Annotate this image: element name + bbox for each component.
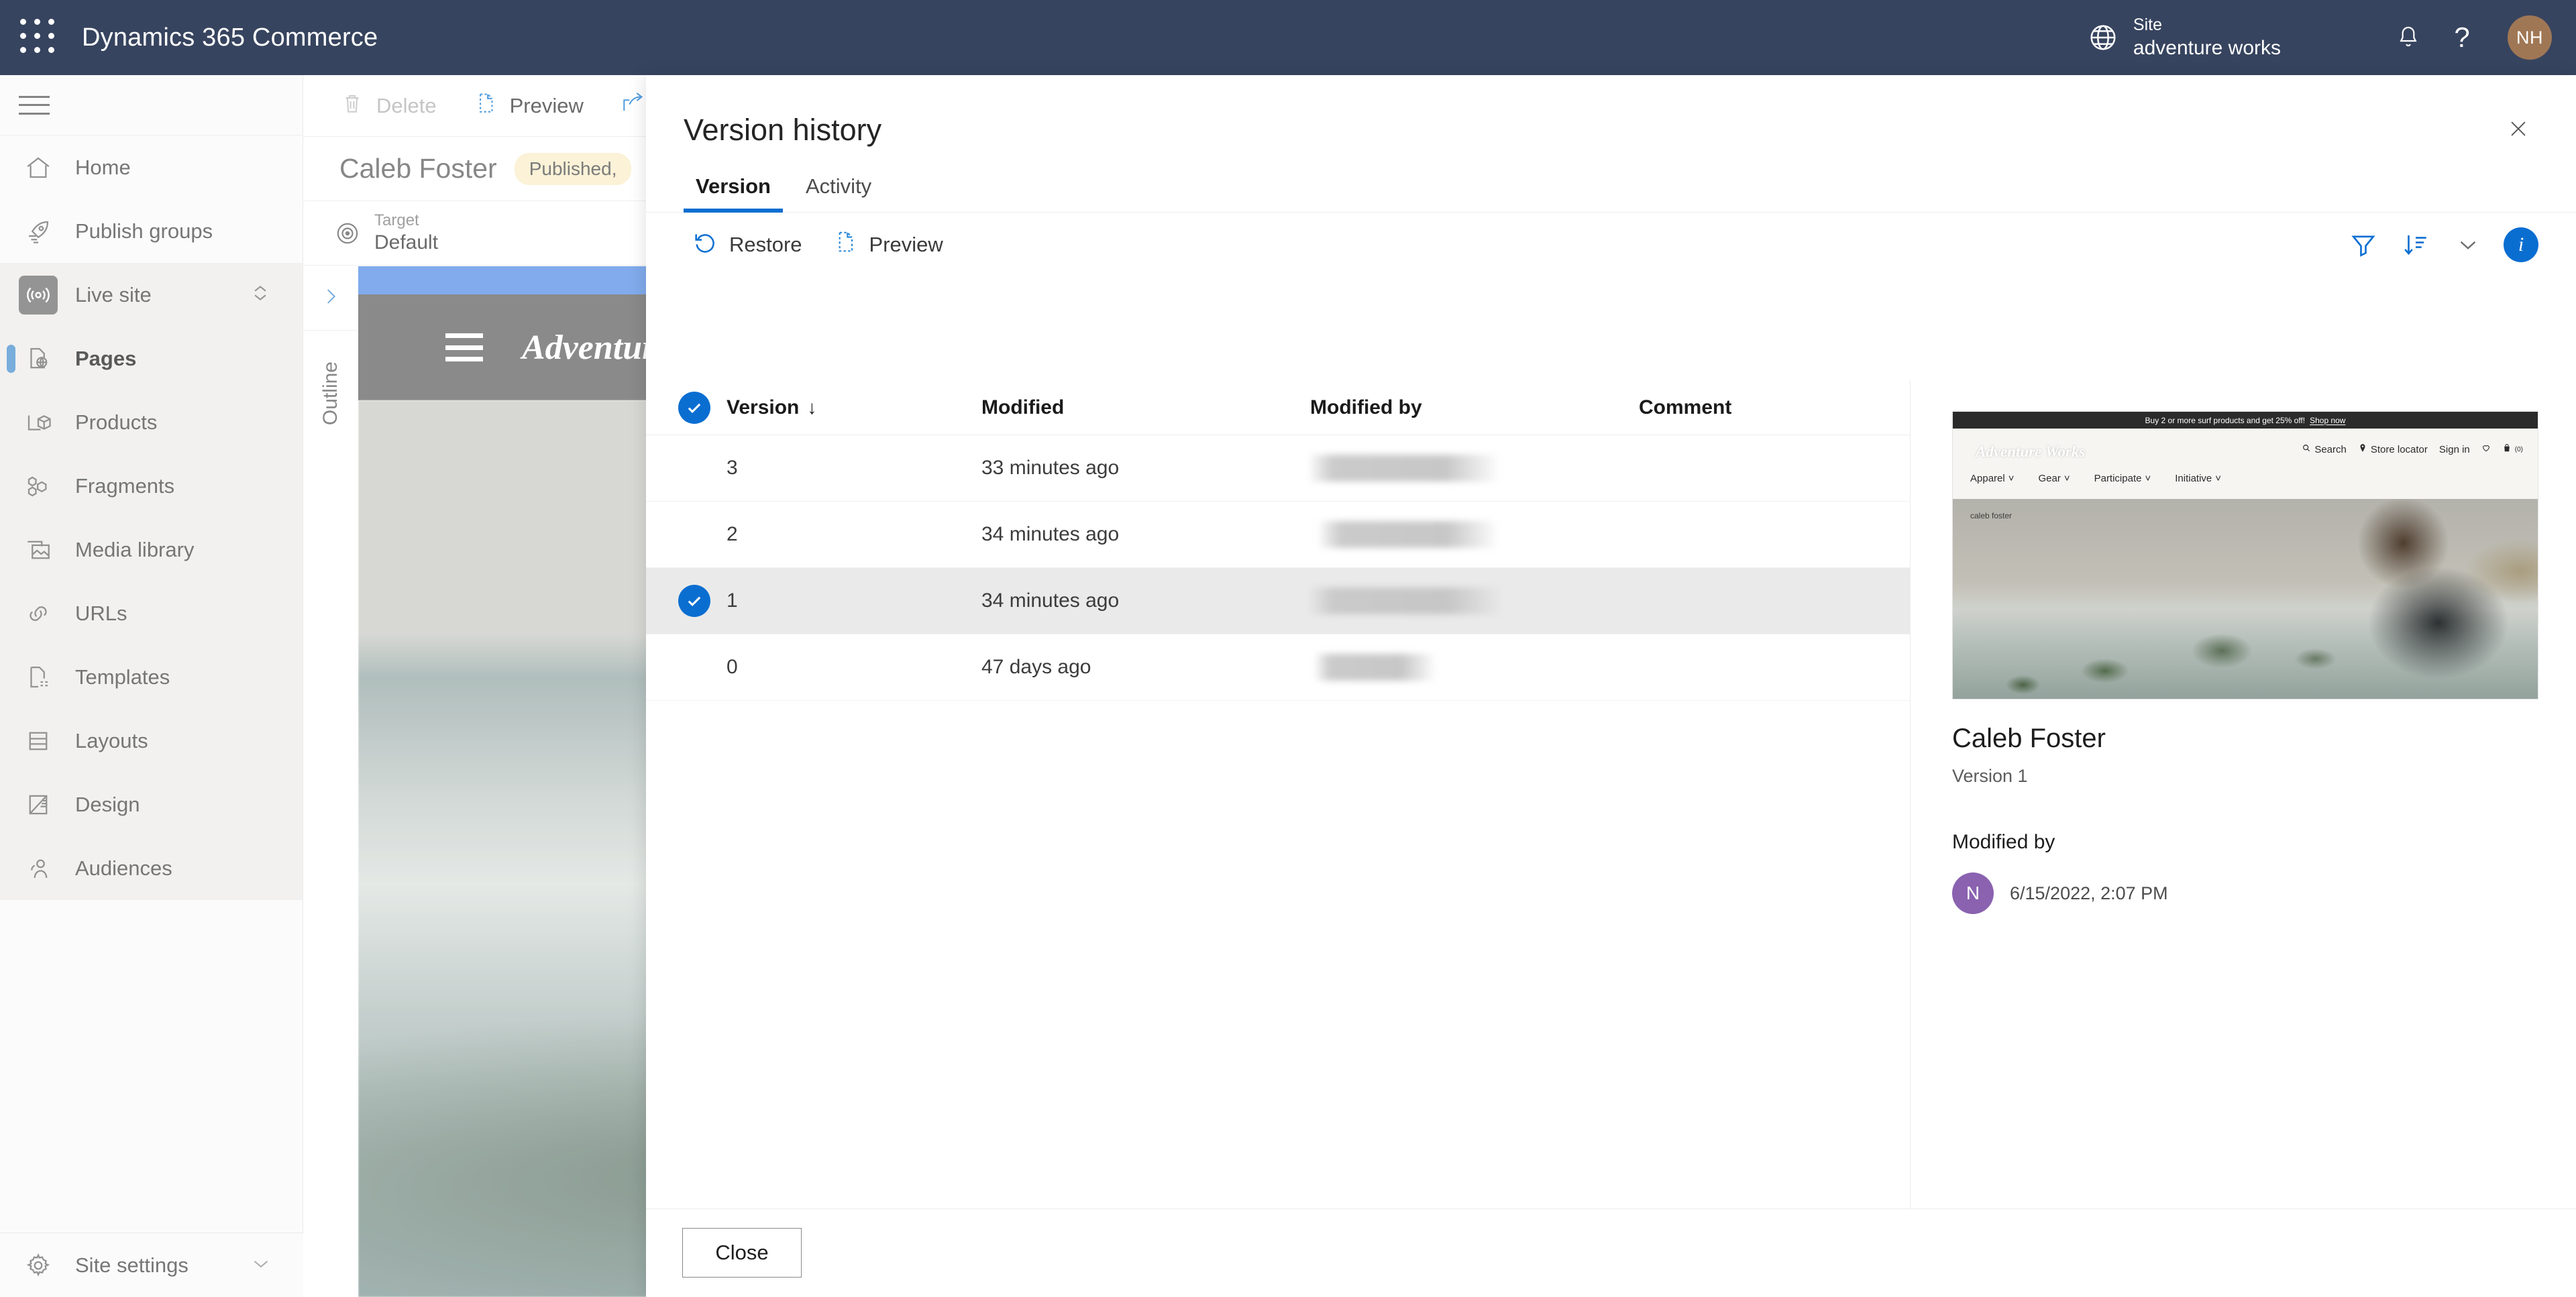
dialog-header: Version history	[646, 75, 2576, 148]
redacted-user-name	[1316, 654, 1435, 681]
restore-undo-icon	[692, 229, 718, 261]
table-row[interactable]: 0 47 days ago	[646, 634, 1910, 701]
dialog-body: Version ↓ Modified Modified by Comment 33…	[646, 380, 2576, 1208]
dialog-tabs: Version Activity	[646, 174, 2576, 213]
cart-count: (0)	[2514, 445, 2523, 453]
shopping-bag-icon	[2502, 443, 2512, 455]
search-icon	[2302, 443, 2311, 455]
row-checkbox[interactable]	[662, 518, 727, 551]
redacted-user-name	[1320, 521, 1497, 548]
version-history-dialog: Version history Version Activity Restore	[646, 75, 2576, 1297]
sort-arrow-icon: ↓	[807, 396, 817, 418]
avatar: N	[1952, 872, 1994, 914]
checkbox-unchecked-icon	[678, 518, 710, 551]
chevron-down-icon[interactable]	[2442, 219, 2494, 271]
checkbox-checked-icon	[678, 391, 710, 424]
table-row[interactable]: 3 33 minutes ago	[646, 435, 1910, 502]
cell-modified: 47 days ago	[981, 656, 1091, 678]
thumbnail-logo: Adventure Works	[1976, 443, 2086, 460]
table-row[interactable]: 1 34 minutes ago	[646, 568, 1910, 634]
sort-descending-icon[interactable]	[2390, 219, 2442, 271]
chevron-down-icon: ˅	[2063, 473, 2070, 484]
dialog-title: Version history	[684, 113, 882, 147]
preview-button[interactable]: Preview	[832, 229, 943, 261]
close-button[interactable]: Close	[682, 1228, 802, 1278]
close-x-icon[interactable]	[2498, 109, 2538, 149]
thumbnail-promo-bar: Buy 2 or more surf products and get 25% …	[1953, 412, 2538, 429]
filter-funnel-icon[interactable]	[2337, 219, 2390, 271]
signin-link: Sign in	[2438, 443, 2470, 455]
redacted-user-name	[1310, 455, 1498, 482]
detail-title: Caleb Foster	[1952, 724, 2106, 753]
checkbox-checked-icon	[678, 585, 710, 617]
cell-modified-by	[1310, 654, 1639, 681]
detail-date: 6/15/2022, 2:07 PM	[2010, 883, 2168, 903]
menu-item-gear: Gear ˅	[2038, 473, 2070, 484]
store-locator-link: Store locator	[2358, 443, 2428, 455]
checkbox-unchecked-icon	[678, 452, 710, 484]
chevron-down-icon: ˅	[2008, 473, 2015, 484]
row-checkbox[interactable]	[662, 452, 727, 484]
cart-link: (0)	[2502, 443, 2523, 455]
promo-link: Shop now	[2310, 415, 2346, 425]
toolbar-right-cluster: i	[2337, 219, 2576, 271]
cell-modified-by	[1310, 521, 1639, 548]
menu-item-apparel: Apparel ˅	[1970, 473, 2015, 484]
thumbnail-utility-nav: Search Store locator Sign in (0)	[2302, 443, 2523, 455]
cell-modified: 34 minutes ago	[981, 589, 1120, 612]
restore-button[interactable]: Restore	[692, 229, 802, 261]
table-row[interactable]: 2 34 minutes ago	[646, 502, 1910, 568]
cell-version: 0	[727, 656, 738, 678]
column-header-modified-by[interactable]: Modified by	[1310, 396, 1639, 419]
dialog-toolbar: Restore Preview i	[646, 213, 2576, 277]
dialog-footer: Close	[646, 1208, 2576, 1297]
menu-item-initiative: Initiative ˅	[2175, 473, 2222, 484]
tab-activity[interactable]: Activity	[794, 174, 883, 212]
column-header-version[interactable]: Version ↓	[727, 396, 981, 419]
search-link: Search	[2302, 443, 2347, 455]
cell-version: 2	[727, 523, 738, 545]
chevron-down-icon: ˅	[2215, 473, 2222, 484]
preview-page-icon	[832, 229, 859, 261]
thumbnail-site-nav: Adventure Works Search Store locator Sig…	[1953, 429, 2538, 499]
checkbox-unchecked-icon	[678, 651, 710, 683]
redacted-user-name	[1310, 587, 1501, 614]
detail-modified-by-label: Modified by	[1952, 831, 2055, 853]
info-circle-icon[interactable]: i	[2504, 227, 2538, 262]
thumbnail-main-menu: Apparel ˅ Gear ˅ Participate ˅ Initiative ˅	[1970, 473, 2221, 484]
column-header-comment[interactable]: Comment	[1639, 396, 1910, 419]
table-body: 3 33 minutes ago 2 34 minutes ago 1 34 minute…	[646, 435, 1910, 701]
row-checkbox[interactable]	[662, 585, 727, 617]
version-detail-panel: Buy 2 or more surf products and get 25% …	[1911, 380, 2576, 1208]
cell-modified: 34 minutes ago	[981, 523, 1120, 545]
thumbnail-hero-image: caleb foster	[1953, 499, 2538, 699]
cell-modified-by	[1310, 587, 1639, 614]
cell-modified: 33 minutes ago	[981, 457, 1120, 479]
promo-text: Buy 2 or more surf products and get 25% …	[2145, 415, 2306, 425]
cell-version: 3	[727, 457, 738, 479]
hero-caption: caleb foster	[1970, 511, 2012, 520]
column-header-modified[interactable]: Modified	[981, 396, 1310, 419]
menu-item-participate: Participate ˅	[2094, 473, 2151, 484]
version-table: Version ↓ Modified Modified by Comment 33…	[646, 380, 1911, 1208]
chevron-down-icon: ˅	[2145, 473, 2151, 484]
location-pin-icon	[2358, 443, 2367, 455]
tab-version[interactable]: Version	[684, 174, 783, 213]
cell-modified-by	[1310, 455, 1639, 482]
heart-icon	[2481, 443, 2491, 455]
row-checkbox[interactable]	[662, 651, 727, 683]
detail-modified-by-person: N 6/15/2022, 2:07 PM	[1952, 872, 2538, 914]
cell-version: 1	[727, 589, 738, 612]
version-thumbnail: Buy 2 or more surf products and get 25% …	[1952, 411, 2538, 699]
restore-label: Restore	[729, 233, 802, 256]
preview-label: Preview	[869, 233, 943, 256]
detail-version-label: Version 1	[1952, 766, 2028, 786]
select-all-checkbox[interactable]	[662, 391, 727, 424]
table-header-row: Version ↓ Modified Modified by Comment	[646, 380, 1910, 435]
